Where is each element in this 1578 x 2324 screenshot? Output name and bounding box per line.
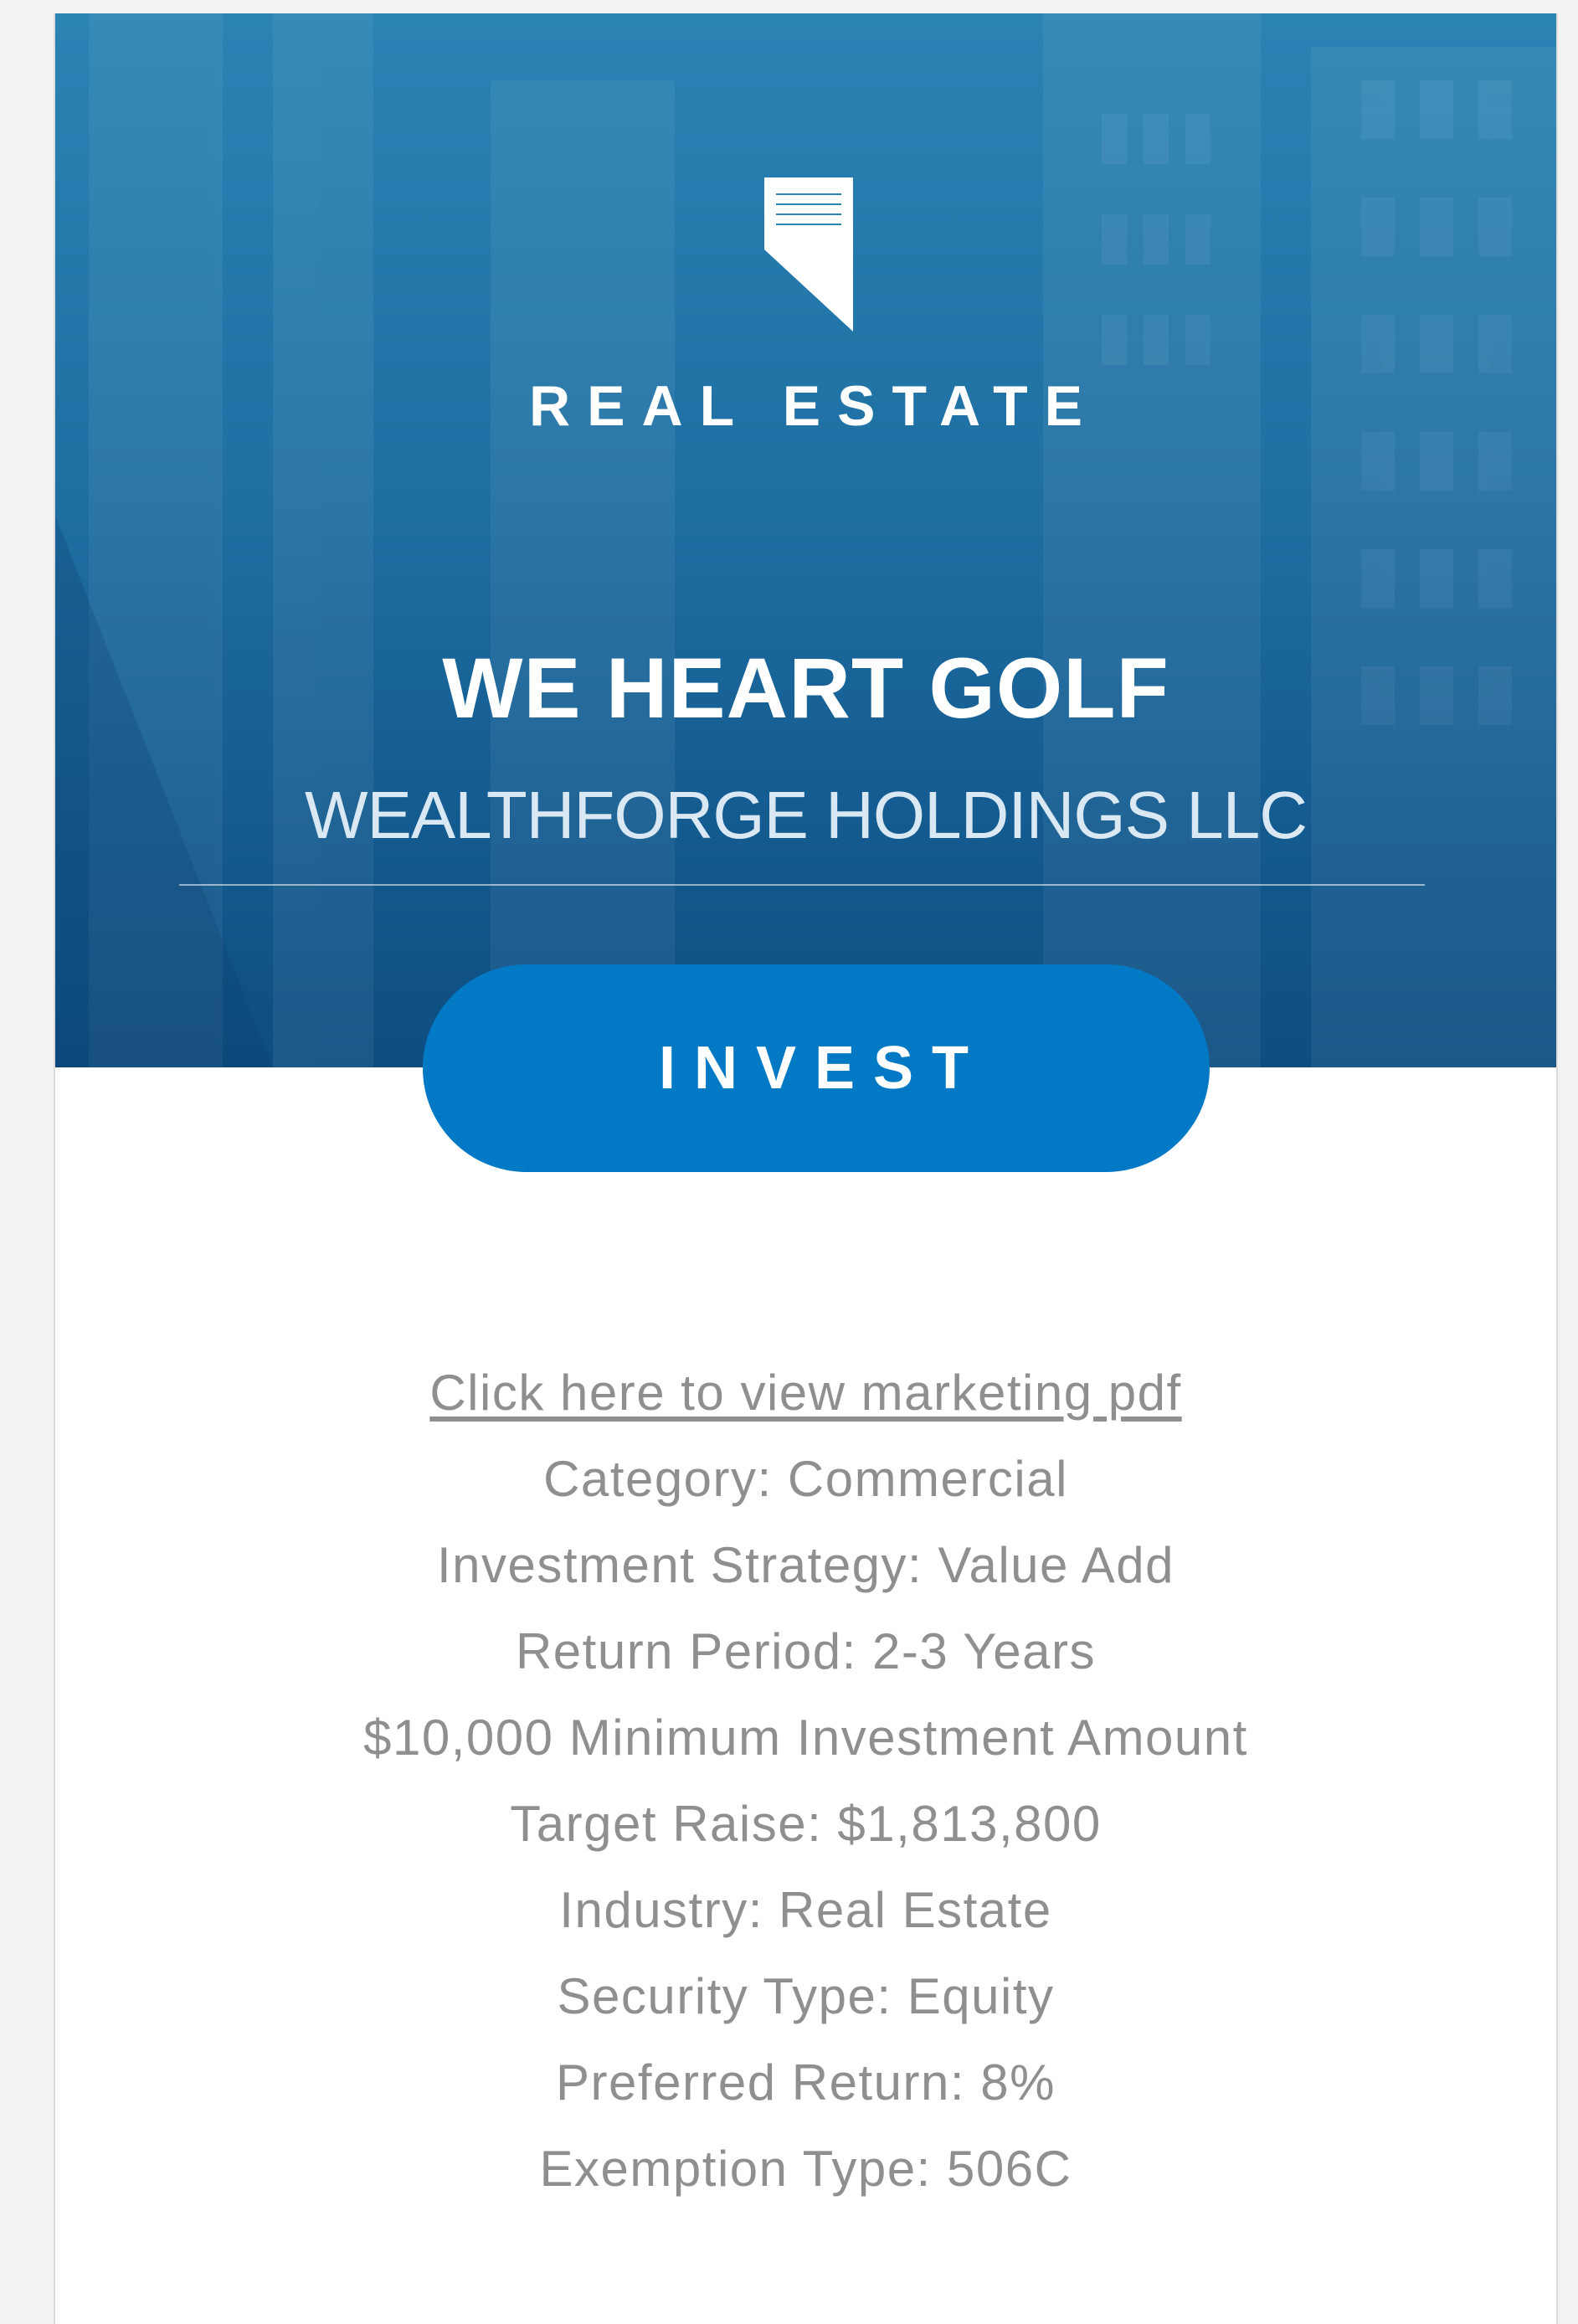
detail-line-category: Category: Commercial: [543, 1451, 1068, 1507]
invest-button[interactable]: INVEST: [423, 964, 1210, 1172]
detail-line-industry: Industry: Real Estate: [559, 1882, 1052, 1938]
category-heading: REAL ESTATE: [529, 374, 1099, 438]
real-estate-logo-icon: [764, 177, 853, 332]
detail-line-preferred-return: Preferred Return: 8%: [556, 2054, 1056, 2111]
detail-line-minimum-investment: $10,000 Minimum Investment Amount: [363, 1710, 1248, 1766]
hero-banner: REAL ESTATE WE HEART GOLF WEALTHFORGE HO…: [55, 13, 1556, 1067]
offering-title: WE HEART GOLF: [442, 640, 1169, 736]
detail-line-target-raise: Target Raise: $1,813,800: [510, 1796, 1102, 1852]
detail-line-exemption-type: Exemption Type: 506C: [539, 2141, 1072, 2197]
marketing-pdf-link[interactable]: Click here to view marketing pdf: [429, 1365, 1181, 1421]
offering-details: Click here to view marketing pdf Categor…: [55, 1350, 1556, 2212]
issuer-name: WEALTHFORGE HOLDINGS LLC: [305, 778, 1308, 852]
hero-divider: [179, 884, 1425, 886]
detail-line-return-period: Return Period: 2-3 Years: [515, 1623, 1097, 1679]
marketing-pdf-row: Click here to view marketing pdf: [55, 1350, 1556, 1436]
detail-line-strategy: Investment Strategy: Value Add: [436, 1537, 1175, 1593]
offering-card: REAL ESTATE WE HEART GOLF WEALTHFORGE HO…: [54, 13, 1558, 2324]
detail-line-security-type: Security Type: Equity: [557, 1968, 1055, 2024]
building-background-image: [55, 13, 1556, 1067]
